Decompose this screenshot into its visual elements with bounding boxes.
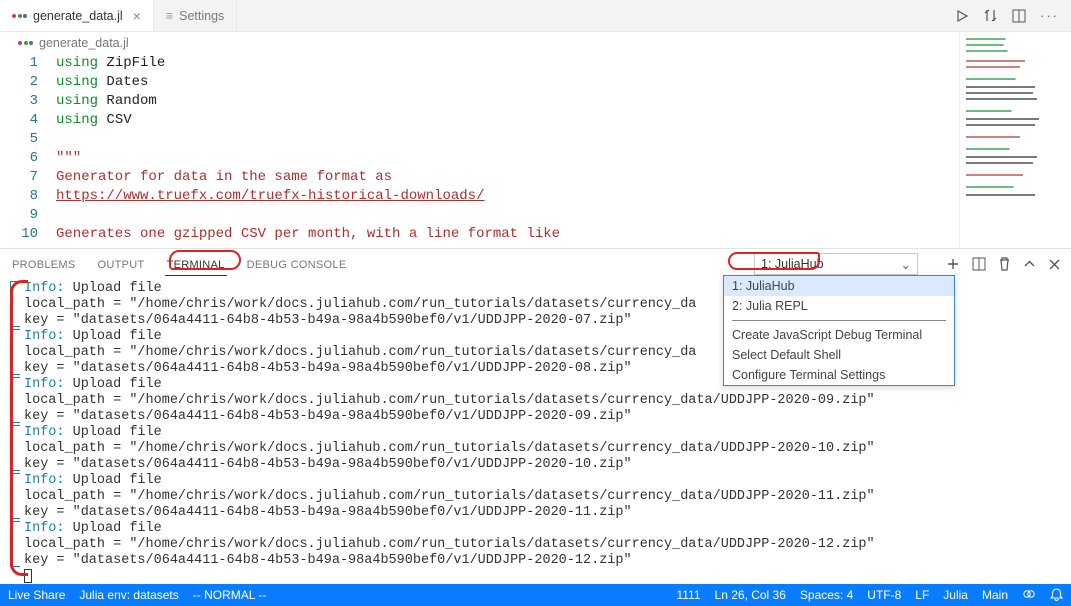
run-icon[interactable] [955, 9, 969, 23]
tab-terminal[interactable]: TERMINAL [165, 253, 227, 276]
split-editor-icon[interactable] [1012, 9, 1026, 23]
tab-settings[interactable]: ≡ Settings [154, 0, 237, 31]
status-cursor-pos[interactable]: Ln 26, Col 36 [715, 588, 786, 602]
minimap-content [966, 38, 1065, 238]
log-bracket-icon [10, 329, 20, 375]
chevron-down-icon: ⌄ [901, 257, 911, 272]
log-bracket-icon [10, 473, 20, 519]
dropdown-item-julia-repl[interactable]: 2: Julia REPL [724, 296, 954, 316]
editor: generate_data.jl 12345678910 using ZipFi… [0, 32, 1071, 248]
editor-tabbar: generate_data.jl × ≡ Settings ··· [0, 0, 1071, 32]
status-bar: Live Share Julia env: datasets -- NORMAL… [0, 584, 1071, 606]
log-bracket-icon [10, 521, 20, 567]
close-panel-icon[interactable] [1048, 258, 1061, 271]
status-indent[interactable]: Spaces: 4 [800, 588, 853, 602]
editor-actions: ··· [943, 0, 1071, 31]
terminal-cursor [24, 569, 32, 583]
maximize-panel-icon[interactable] [1023, 258, 1036, 271]
code-editor[interactable]: 12345678910 using ZipFile using Dates us… [0, 54, 959, 244]
status-liveshare[interactable]: Live Share [8, 588, 65, 602]
terminal-select-label: 1: JuliaHub [761, 257, 824, 271]
compare-icon[interactable] [983, 8, 998, 23]
tab-generate-data[interactable]: generate_data.jl × [0, 0, 154, 31]
tab-debug-console[interactable]: DEBUG CONSOLE [245, 253, 349, 275]
dropdown-item-js-debug[interactable]: Create JavaScript Debug Terminal [724, 325, 954, 345]
julia-file-icon [12, 14, 27, 18]
breadcrumb-label: generate_data.jl [39, 36, 129, 50]
dropdown-separator [732, 320, 946, 321]
code-content: using ZipFile using Dates using Random u… [56, 54, 959, 244]
new-terminal-icon[interactable] [946, 257, 960, 271]
minimap[interactable] [959, 32, 1071, 248]
status-eol[interactable]: LF [915, 588, 929, 602]
julia-file-icon [18, 41, 33, 45]
dropdown-item-default-shell[interactable]: Select Default Shell [724, 345, 954, 365]
status-length[interactable]: 1111 [676, 588, 700, 602]
status-julia-env[interactable]: Julia env: datasets [79, 588, 178, 602]
tab-label: generate_data.jl [33, 9, 123, 23]
log-bracket-icon [10, 425, 20, 471]
settings-file-icon: ≡ [166, 9, 173, 23]
notifications-icon[interactable] [1050, 588, 1063, 602]
breadcrumb[interactable]: generate_data.jl [0, 32, 959, 54]
dropdown-item-config[interactable]: Configure Terminal Settings [724, 365, 954, 385]
log-bracket-icon [10, 377, 20, 423]
status-encoding[interactable]: UTF-8 [867, 588, 901, 602]
status-julia-module[interactable]: Main [982, 588, 1008, 602]
dropdown-item-juliahub[interactable]: 1: JuliaHub [724, 276, 954, 296]
status-language[interactable]: Julia [943, 588, 968, 602]
line-gutter: 12345678910 [0, 54, 56, 244]
feedback-icon[interactable] [1022, 588, 1036, 602]
tab-label: Settings [179, 9, 224, 23]
status-vim-mode: -- NORMAL -- [193, 588, 267, 602]
terminal-select-dropdown: 1: JuliaHub 2: Julia REPL Create JavaScr… [723, 275, 955, 386]
more-icon[interactable]: ··· [1040, 8, 1059, 23]
bottom-panel: PROBLEMS OUTPUT TERMINAL DEBUG CONSOLE 1… [0, 248, 1071, 584]
kill-terminal-icon[interactable] [998, 257, 1011, 271]
terminal-select[interactable]: 1: JuliaHub ⌄ [754, 253, 918, 275]
split-terminal-icon[interactable] [972, 257, 986, 271]
close-icon[interactable]: × [133, 8, 141, 24]
tab-output[interactable]: OUTPUT [96, 253, 147, 275]
tab-problems[interactable]: PROBLEMS [10, 253, 78, 275]
log-bracket-icon [10, 281, 20, 327]
